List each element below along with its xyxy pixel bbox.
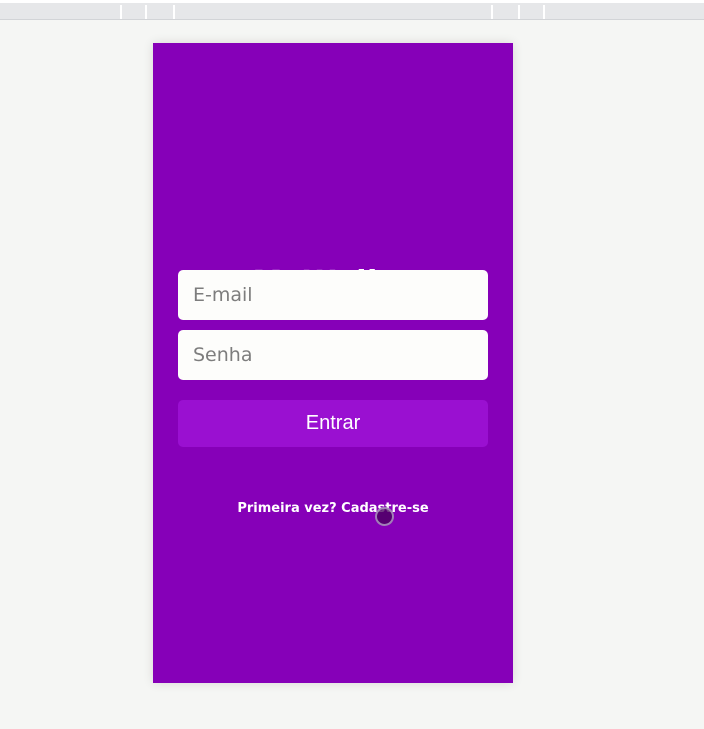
login-screen: MyWallet Entrar Primeira vez? Cadastre-s… [153, 43, 513, 683]
browser-toolbar [0, 0, 704, 20]
toolbar-divider [145, 5, 147, 19]
password-input[interactable] [178, 330, 488, 380]
toolbar-divider [518, 5, 520, 19]
toolbar-divider [120, 5, 122, 19]
email-input[interactable] [178, 270, 488, 320]
toolbar-divider [491, 5, 493, 19]
login-button[interactable]: Entrar [178, 400, 488, 447]
toolbar-divider [543, 5, 545, 19]
signup-link[interactable]: Primeira vez? Cadastre-se [153, 501, 513, 516]
toolbar-divider [173, 5, 175, 19]
